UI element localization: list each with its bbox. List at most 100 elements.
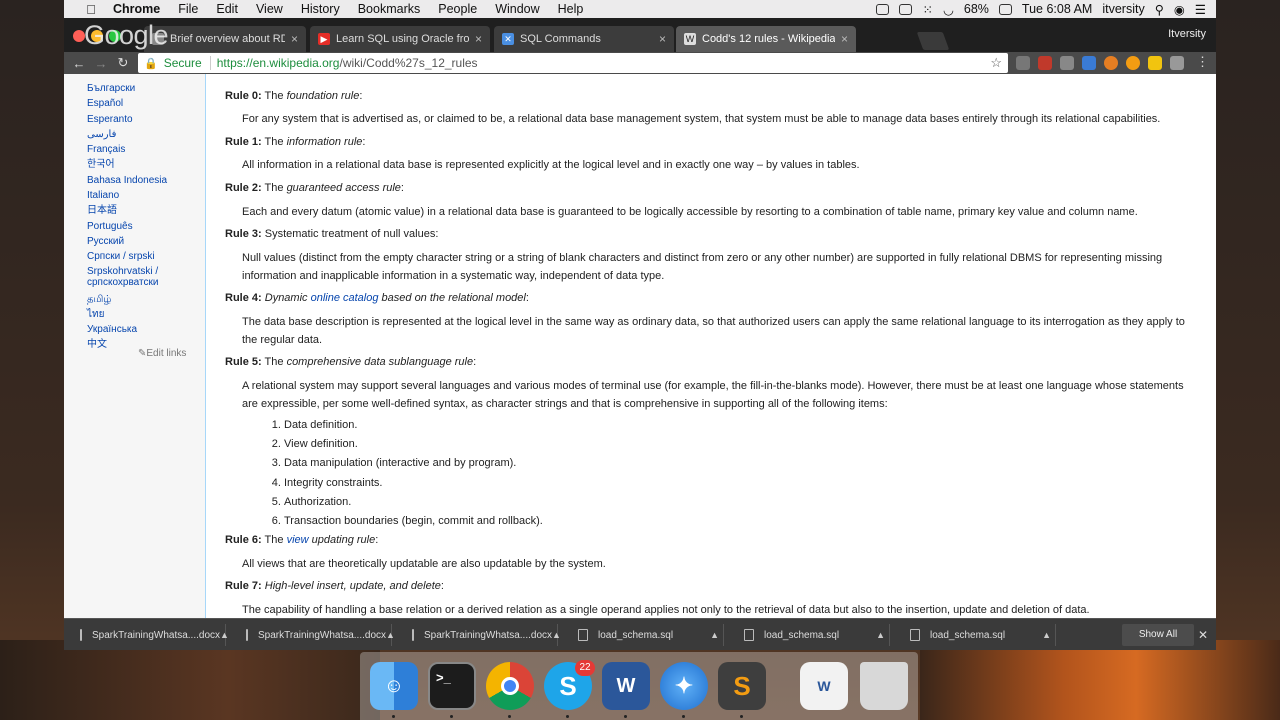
- chevron-up-icon[interactable]: ▲: [876, 630, 885, 640]
- language-link[interactable]: Български: [87, 81, 205, 96]
- tab-learn-sql[interactable]: ▶ Learn SQL using Oracle from c ×: [310, 26, 490, 52]
- language-link[interactable]: தமிழ்: [87, 292, 205, 307]
- menu-history[interactable]: History: [292, 2, 349, 16]
- profile-button[interactable]: Itversity: [1168, 28, 1206, 40]
- language-link[interactable]: Русский: [87, 234, 205, 249]
- language-link[interactable]: فارسی: [87, 127, 205, 142]
- word-document-icon[interactable]: W: [800, 662, 848, 710]
- trash-icon[interactable]: [860, 662, 908, 710]
- chevron-up-icon[interactable]: ▲: [386, 630, 395, 640]
- language-link[interactable]: Bahasa Indonesia: [87, 173, 205, 188]
- menu-window[interactable]: Window: [486, 2, 548, 16]
- tab-bar: Brief overview about RDBMS, × ▶ Learn SQ…: [64, 18, 1216, 52]
- browser-toolbar: ← → ↻ 🔒 Secure https://en.wikipedia.org …: [64, 52, 1216, 74]
- user-menu[interactable]: itversity: [1102, 2, 1144, 16]
- battery-percent[interactable]: 68%: [964, 2, 989, 16]
- edit-links-label[interactable]: Edit links: [146, 348, 186, 359]
- download-item[interactable]: load_schema.sql ▲: [898, 624, 1056, 646]
- language-link[interactable]: Français: [87, 142, 205, 157]
- extension-icon[interactable]: [1082, 56, 1096, 70]
- battery-icon[interactable]: [998, 3, 1012, 15]
- reload-icon[interactable]: ↻: [112, 55, 134, 71]
- menu-bookmarks[interactable]: Bookmarks: [349, 2, 430, 16]
- new-tab-button[interactable]: [916, 32, 950, 50]
- tab-sql-commands[interactable]: ✕ SQL Commands ×: [494, 26, 674, 52]
- lock-icon[interactable]: 🔒: [144, 57, 158, 70]
- language-link[interactable]: 日本語: [87, 203, 205, 218]
- menu-help[interactable]: Help: [549, 2, 593, 16]
- language-link[interactable]: ไทย: [87, 307, 205, 322]
- wifi-icon[interactable]: ◡: [943, 2, 954, 17]
- notification-center-icon[interactable]: ☰: [1195, 2, 1206, 17]
- close-tab-icon[interactable]: ×: [291, 32, 298, 46]
- view-link[interactable]: view: [287, 534, 309, 546]
- spotlight-icon[interactable]: ⚲: [1155, 2, 1164, 17]
- download-filename[interactable]: SparkTrainingWhatsa....docx: [92, 630, 220, 641]
- sublime-icon[interactable]: S: [718, 662, 766, 710]
- download-item[interactable]: SparkTrainingWhatsa....docx ▲: [400, 624, 561, 646]
- chevron-up-icon[interactable]: ▲: [552, 630, 561, 640]
- terminal-icon[interactable]: >_: [428, 662, 476, 710]
- download-item[interactable]: load_schema.sql ▲: [566, 624, 724, 646]
- tab-codds-rules[interactable]: W Codd's 12 rules - Wikipedia ×: [676, 26, 856, 52]
- download-filename[interactable]: load_schema.sql: [764, 630, 876, 641]
- menu-edit[interactable]: Edit: [207, 2, 247, 16]
- download-filename[interactable]: load_schema.sql: [598, 630, 710, 641]
- download-item[interactable]: load_schema.sql ▲: [732, 624, 890, 646]
- edit-links[interactable]: ✎Edit links: [138, 348, 186, 359]
- show-all-button[interactable]: Show All: [1122, 624, 1194, 646]
- status-window-icon[interactable]: [899, 3, 913, 15]
- secure-label[interactable]: Secure: [164, 56, 202, 70]
- back-icon[interactable]: ←: [68, 56, 90, 71]
- extension-icon[interactable]: [1038, 56, 1052, 70]
- language-link[interactable]: Italiano: [87, 188, 205, 203]
- menu-view[interactable]: View: [247, 2, 292, 16]
- online-catalog-link[interactable]: online catalog: [311, 292, 379, 304]
- extension-icon[interactable]: [1170, 56, 1184, 70]
- download-item[interactable]: SparkTrainingWhatsa....docx ▲: [68, 624, 229, 646]
- download-filename[interactable]: load_schema.sql: [930, 630, 1042, 641]
- bluetooth-icon[interactable]: ⁙: [922, 2, 932, 17]
- download-item[interactable]: SparkTrainingWhatsa....docx ▲: [234, 624, 395, 646]
- close-tab-icon[interactable]: ×: [659, 32, 666, 46]
- chevron-up-icon[interactable]: ▲: [1042, 630, 1051, 640]
- finder-icon[interactable]: ☺: [370, 662, 418, 710]
- forward-icon[interactable]: →: [90, 56, 112, 71]
- extension-icon[interactable]: [1060, 56, 1074, 70]
- chevron-up-icon[interactable]: ▲: [710, 630, 719, 640]
- safari-icon[interactable]: ✦: [660, 662, 708, 710]
- close-tab-icon[interactable]: ×: [475, 32, 482, 46]
- close-icon[interactable]: ✕: [1198, 628, 1208, 642]
- menu-people[interactable]: People: [429, 2, 486, 16]
- tab-rdbms-overview[interactable]: Brief overview about RDBMS, ×: [144, 26, 306, 52]
- rule-0-description: For any system that is advertised as, or…: [242, 113, 1161, 125]
- bookmark-star-icon[interactable]: ☆: [990, 55, 1002, 71]
- language-link[interactable]: Esperanto: [87, 112, 205, 127]
- url-path[interactable]: /wiki/Codd%27s_12_rules: [339, 56, 477, 70]
- language-link[interactable]: Українська: [87, 322, 205, 337]
- extension-icon[interactable]: [1016, 56, 1030, 70]
- word-icon[interactable]: W: [602, 662, 650, 710]
- address-bar[interactable]: 🔒 Secure https://en.wikipedia.org /wiki/…: [138, 53, 1008, 73]
- download-filename[interactable]: SparkTrainingWhatsa....docx: [424, 630, 552, 641]
- language-link[interactable]: Español: [87, 96, 205, 111]
- extension-icon[interactable]: [1126, 56, 1140, 70]
- apple-icon[interactable]: : [78, 2, 104, 17]
- menu-kebab-icon[interactable]: ⋮: [1196, 54, 1209, 70]
- language-link[interactable]: Srpskohrvatski / српскохрватски: [87, 266, 205, 288]
- lock-extension-icon[interactable]: [1148, 56, 1162, 70]
- language-link[interactable]: Српски / srpski: [87, 249, 205, 264]
- menu-app-chrome[interactable]: Chrome: [104, 2, 169, 16]
- extension-icon[interactable]: [1104, 56, 1118, 70]
- menu-file[interactable]: File: [169, 2, 207, 16]
- chevron-up-icon[interactable]: ▲: [220, 630, 229, 640]
- siri-icon[interactable]: ◉: [1174, 2, 1185, 17]
- language-link[interactable]: Português: [87, 219, 205, 234]
- url-host[interactable]: https://en.wikipedia.org: [217, 56, 340, 70]
- status-check-icon[interactable]: [876, 3, 890, 15]
- clock[interactable]: Tue 6:08 AM: [1022, 2, 1092, 16]
- download-filename[interactable]: SparkTrainingWhatsa....docx: [258, 630, 386, 641]
- close-tab-icon[interactable]: ×: [841, 32, 848, 46]
- chrome-icon[interactable]: [486, 662, 534, 710]
- language-link[interactable]: 한국어: [87, 157, 205, 172]
